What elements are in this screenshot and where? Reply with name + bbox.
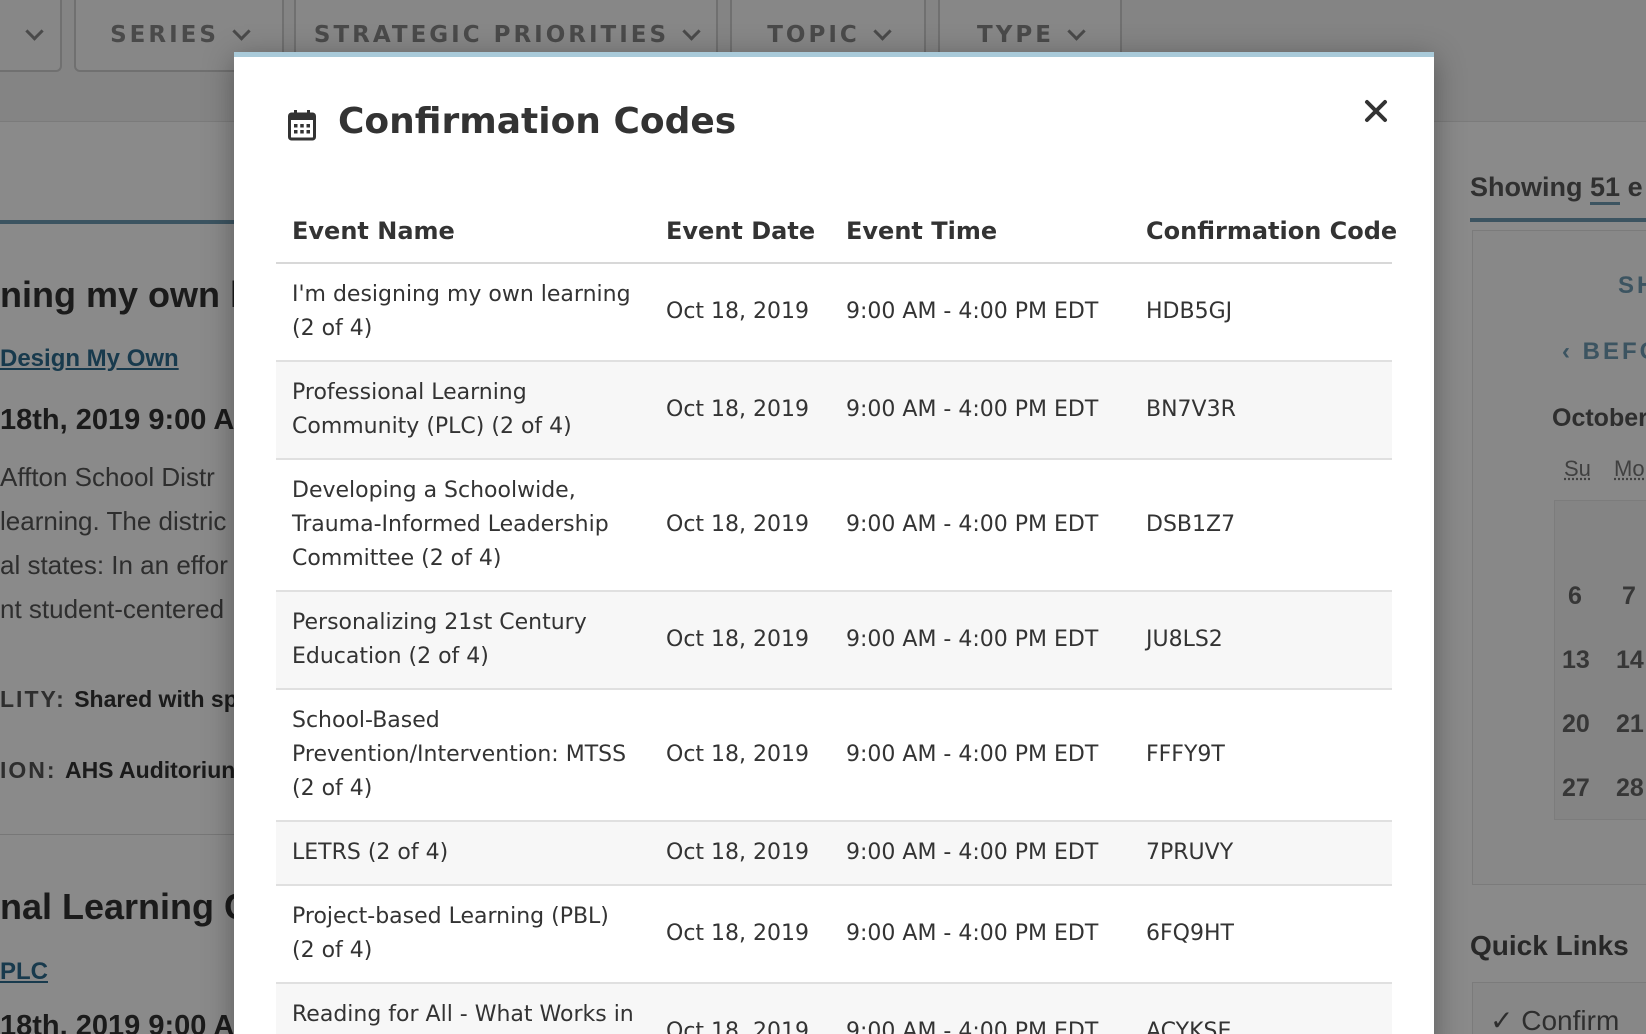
event-time-cell: 9:00 AM - 4:00 PM EDT [830,885,1130,984]
confirmation-code-cell: HDB5GJ [1130,263,1392,362]
table-row: Developing a Schoolwide, Trauma-Informed… [276,459,1392,592]
close-icon [1365,100,1387,122]
event-name-cell: Personalizing 21st Century Education (2 … [276,591,650,690]
column-header-event-date: Event Date [650,199,830,264]
close-button[interactable] [1356,91,1396,131]
table-row: I'm designing my own learning (2 of 4) O… [276,263,1392,362]
confirmation-code-cell: BN7V3R [1130,361,1392,460]
confirmation-code-cell: ACYKSE [1130,983,1392,1034]
event-name-cell: I'm designing my own learning (2 of 4) [276,263,650,362]
event-name-cell: Professional Learning Community (PLC) (2… [276,361,650,460]
event-time-cell: 9:00 AM - 4:00 PM EDT [830,983,1130,1034]
column-header-confirmation-code: Confirmation Code [1130,199,1397,264]
event-date-cell: Oct 18, 2019 [650,885,830,984]
modal-header: Confirmation Codes [234,57,1434,187]
event-date-cell: Oct 18, 2019 [650,263,830,362]
calendar-icon [288,110,316,141]
event-name-cell: School-Based Prevention/Intervention: MT… [276,689,650,822]
table-row: Professional Learning Community (PLC) (2… [276,361,1392,460]
table-header-row: Event Name Event Date Event Time Confirm… [276,199,1397,264]
event-time-cell: 9:00 AM - 4:00 PM EDT [830,263,1130,362]
event-date-cell: Oct 18, 2019 [650,689,830,822]
confirmation-code-cell: 7PRUVY [1130,821,1392,886]
event-date-cell: Oct 18, 2019 [650,459,830,592]
modal-title: Confirmation Codes [338,101,737,142]
event-date-cell: Oct 18, 2019 [650,361,830,460]
table-row: Reading for All - What Works in My Class… [276,983,1392,1034]
table-row: Personalizing 21st Century Education (2 … [276,591,1392,690]
event-name-cell: LETRS (2 of 4) [276,821,650,886]
column-header-event-time: Event Time [830,199,1130,264]
confirmation-code-cell: DSB1Z7 [1130,459,1392,592]
event-name-cell: Reading for All - What Works in My Class… [276,983,650,1034]
table-row: School-Based Prevention/Intervention: MT… [276,689,1392,822]
table-row: LETRS (2 of 4) Oct 18, 2019 9:00 AM - 4:… [276,821,1392,886]
confirmation-codes-modal: Confirmation Codes Event Name Event Date… [234,52,1434,1034]
event-time-cell: 9:00 AM - 4:00 PM EDT [830,821,1130,886]
confirmation-code-cell: 6FQ9HT [1130,885,1392,984]
event-date-cell: Oct 18, 2019 [650,821,830,886]
table-row: Project-based Learning (PBL) (2 of 4) Oc… [276,885,1392,984]
confirmation-code-cell: FFFY9T [1130,689,1392,822]
confirmation-codes-table: Event Name Event Date Event Time Confirm… [276,199,1397,1034]
event-time-cell: 9:00 AM - 4:00 PM EDT [830,591,1130,690]
event-time-cell: 9:00 AM - 4:00 PM EDT [830,689,1130,822]
event-name-cell: Developing a Schoolwide, Trauma-Informed… [276,459,650,592]
event-date-cell: Oct 18, 2019 [650,983,830,1034]
event-time-cell: 9:00 AM - 4:00 PM EDT [830,361,1130,460]
column-header-event-name: Event Name [276,199,650,264]
event-date-cell: Oct 18, 2019 [650,591,830,690]
event-time-cell: 9:00 AM - 4:00 PM EDT [830,459,1130,592]
confirmation-code-cell: JU8LS2 [1130,591,1392,690]
event-name-cell: Project-based Learning (PBL) (2 of 4) [276,885,650,984]
